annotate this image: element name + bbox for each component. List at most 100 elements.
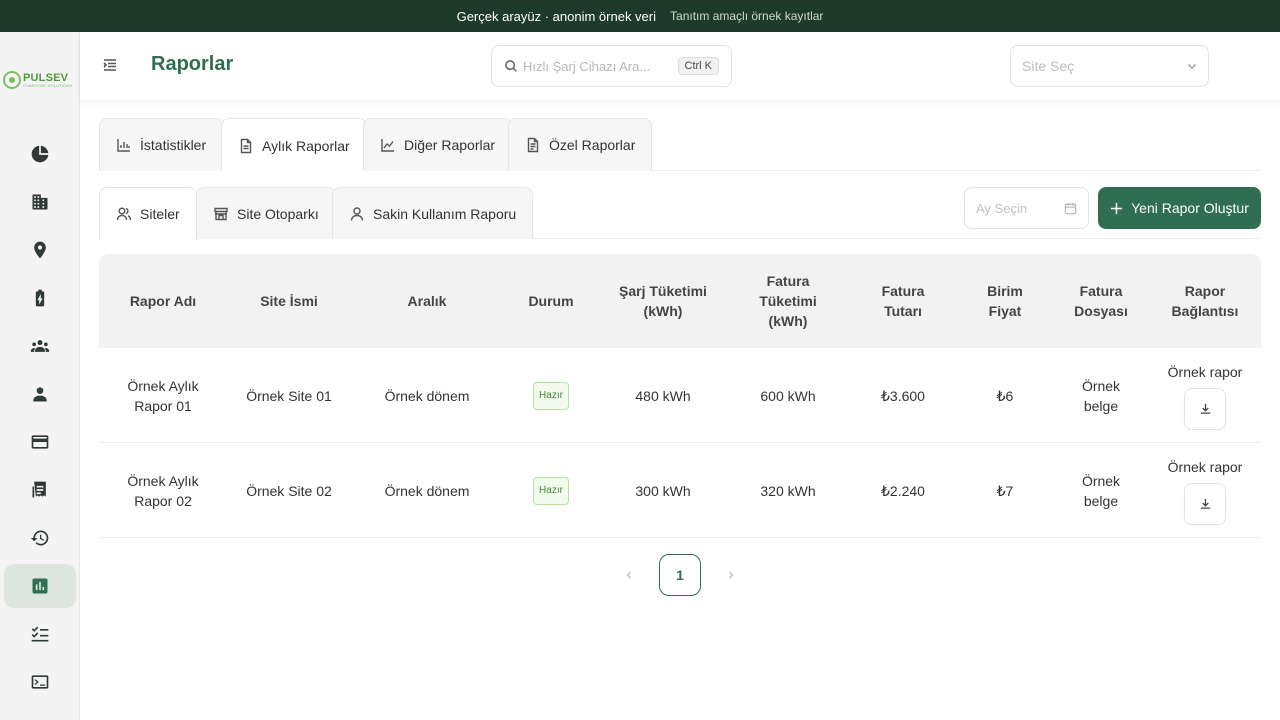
document-text-icon	[527, 137, 539, 153]
search-shortcut: Ctrl K	[677, 57, 719, 75]
invoice-consumption-cell: 600 kWh	[760, 387, 816, 404]
new-report-button[interactable]: Yeni Rapor Oluştur	[1098, 187, 1261, 229]
download-button[interactable]	[1184, 387, 1226, 430]
column-header[interactable]: Birim Fiyat	[957, 254, 1053, 348]
menu-toggle-button[interactable]	[102, 57, 118, 73]
chevron-down-icon	[1187, 63, 1197, 70]
receipt-icon	[32, 481, 46, 498]
report-name-cell: Örnek Aylık Rapor 01	[127, 377, 199, 414]
sidebar-item-locations[interactable]	[4, 228, 76, 272]
sidebar-item-console[interactable]	[4, 660, 76, 704]
tab-label: İstatistikler	[140, 137, 207, 153]
column-header[interactable]: Site İsmi	[227, 254, 351, 348]
sidebar-item-history[interactable]	[4, 516, 76, 560]
credit-card-icon	[31, 435, 49, 449]
reports-table: Rapor Adı Site İsmi Aralık Durum Şarj Tü…	[99, 254, 1261, 538]
tab-monthly-reports[interactable]: Aylık Raporlar	[221, 118, 367, 172]
invoice-file-cell[interactable]: Örnek belge	[1053, 348, 1149, 443]
tab-label: Özel Raporlar	[549, 137, 636, 153]
search-box[interactable]: Ctrl K	[491, 45, 732, 87]
tab-other-reports[interactable]: Diğer Raporlar	[363, 118, 513, 171]
column-header[interactable]: Durum	[503, 254, 599, 348]
subtab-sites[interactable]: Siteler	[99, 187, 197, 240]
table-row: Örnek Aylık Rapor 02 Örnek Site 02 Örnek…	[99, 443, 1261, 538]
unit-price-cell: ₺7	[996, 482, 1014, 499]
brand-logo[interactable]: PULSEV CHARGING SOLUTIONS	[3, 70, 77, 90]
range-cell: Örnek dönem	[384, 482, 470, 499]
tab-custom-reports[interactable]: Özel Raporlar	[508, 118, 653, 171]
subtab-label: Sakin Kullanım Raporu	[373, 205, 517, 222]
tab-label: Aylık Raporlar	[262, 137, 350, 154]
site-select[interactable]: Site Seç	[1010, 45, 1209, 87]
user-icon	[33, 387, 47, 402]
sidebar-item-invoices[interactable]	[4, 468, 76, 512]
top-bar: Raporlar Ctrl K Site Seç	[80, 32, 1280, 100]
prev-page-button[interactable]	[619, 565, 639, 585]
table-row: Örnek Aylık Rapor 01 Örnek Site 01 Örnek…	[99, 348, 1261, 443]
site-select-placeholder: Site Seç	[1022, 58, 1075, 74]
banner-sub-text: Tanıtım amaçlı örnek kayıtlar	[670, 9, 824, 23]
charge-consumption-cell: 300 kWh	[635, 482, 691, 499]
sidebar: PULSEV CHARGING SOLUTIONS	[0, 32, 80, 720]
sidebar-item-sites[interactable]	[4, 180, 76, 224]
month-picker[interactable]	[964, 187, 1089, 229]
building-icon	[32, 194, 48, 210]
sidebar-item-dashboard[interactable]	[4, 132, 76, 176]
unit-price-cell: ₺6	[996, 387, 1014, 404]
report-link-cell: Örnek rapor	[1149, 443, 1261, 538]
chevron-left-icon	[626, 571, 632, 579]
column-header[interactable]: Aralık	[351, 254, 503, 348]
checklist-icon	[31, 626, 49, 642]
chevron-right-icon	[728, 571, 734, 579]
status-cell: Hazır	[503, 443, 599, 538]
location-pin-icon	[34, 241, 46, 259]
invoice-amount-cell: ₺2.240	[881, 482, 925, 499]
charge-consumption-cell: 480 kWh	[635, 387, 691, 404]
subtab-label: Site Otoparkı	[237, 205, 319, 222]
status-badge: Hazır	[533, 476, 569, 505]
plus-icon	[1111, 202, 1123, 214]
column-header[interactable]: Fatura Tüketimi (kWh)	[727, 254, 849, 348]
brand-name: PULSEV	[23, 71, 69, 84]
document-icon	[240, 138, 252, 153]
sidebar-item-reports[interactable]	[4, 564, 76, 608]
invoice-file-cell[interactable]: Örnek belge	[1053, 443, 1149, 538]
report-link-text[interactable]: Örnek rapor	[1168, 362, 1243, 382]
subtab-site-parking[interactable]: Site Otoparkı	[196, 187, 336, 239]
search-input[interactable]	[523, 58, 673, 74]
charger-icon	[35, 289, 45, 307]
page-number-current[interactable]: 1	[659, 554, 701, 596]
sidebar-item-tasks[interactable]	[4, 612, 76, 656]
users-icon	[116, 207, 132, 221]
report-link-text[interactable]: Örnek rapor	[1168, 457, 1243, 477]
column-header[interactable]: Şarj Tüketimi (kWh)	[599, 254, 727, 348]
report-link-cell: Örnek rapor	[1149, 348, 1261, 443]
line-chart-icon	[381, 139, 394, 152]
bar-chart-outline-icon	[117, 139, 130, 152]
brand-tagline: CHARGING SOLUTIONS	[23, 82, 73, 88]
month-input[interactable]	[976, 200, 1056, 216]
column-header[interactable]: Fatura Dosyası	[1053, 254, 1149, 348]
column-header[interactable]: Rapor Bağlantısı	[1149, 254, 1261, 348]
sidebar-item-groups[interactable]	[4, 324, 76, 368]
terminal-icon	[31, 675, 49, 689]
column-header[interactable]: Fatura Tutarı	[849, 254, 957, 348]
download-button[interactable]	[1184, 482, 1226, 525]
demo-banner: Gerçek arayüz · anonim örnek veri Tanıtı…	[0, 0, 1280, 32]
new-report-label: Yeni Rapor Oluştur	[1131, 200, 1249, 216]
range-cell: Örnek dönem	[384, 387, 470, 404]
tab-statistics[interactable]: İstatistikler	[99, 118, 224, 171]
sidebar-item-payments[interactable]	[4, 420, 76, 464]
sidebar-item-chargers[interactable]	[4, 276, 76, 320]
banner-main-text: Gerçek arayüz · anonim örnek veri	[456, 8, 657, 24]
report-tabs: İstatistikler Aylık Raporlar Diğer Rapor…	[99, 118, 1261, 172]
sidebar-item-users[interactable]	[4, 372, 76, 416]
next-page-button[interactable]	[721, 565, 741, 585]
column-header[interactable]: Rapor Adı	[99, 254, 227, 348]
history-icon	[30, 530, 49, 546]
invoice-consumption-cell: 320 kWh	[760, 482, 816, 499]
search-icon	[505, 60, 517, 72]
tab-label: Diğer Raporlar	[404, 137, 496, 153]
subtab-resident-usage[interactable]: Sakin Kullanım Raporu	[332, 187, 534, 239]
site-name-cell: Örnek Site 02	[246, 482, 332, 499]
